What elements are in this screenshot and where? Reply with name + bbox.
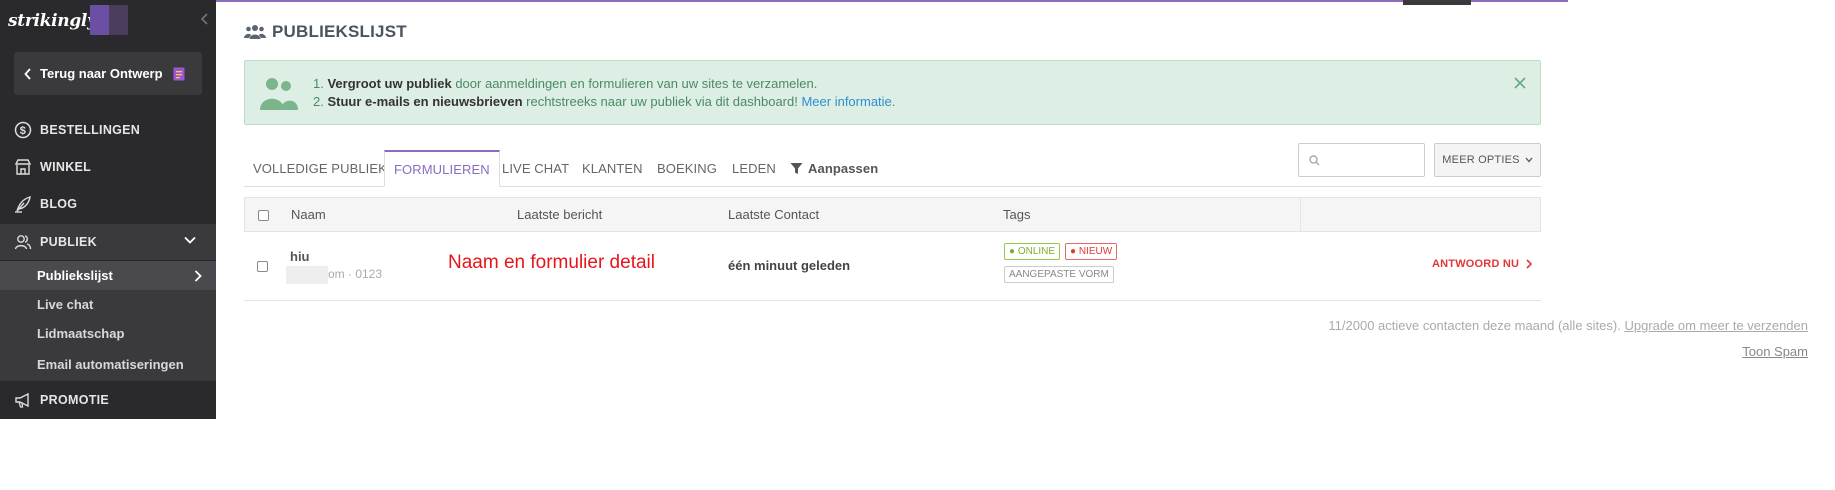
- notice-rest: door aanmeldingen en formulieren van uw …: [451, 76, 818, 91]
- megaphone-icon: [15, 392, 29, 408]
- search-input[interactable]: [1298, 143, 1425, 177]
- collapse-sidebar-icon[interactable]: [200, 12, 210, 26]
- top-bar-fragment: [1403, 0, 1471, 5]
- annotation-text: Naam en formulier detail: [448, 252, 655, 273]
- tab-label: VOLLEDIGE PUBLIEK: [253, 161, 387, 176]
- notice-line-2: 2. Stuur e-mails en nieuwsbrieven rechts…: [313, 93, 895, 111]
- nav-bestellingen[interactable]: $ BESTELLINGEN: [0, 112, 216, 148]
- notice-line-1: 1. Vergroot uw publiek door aanmeldingen…: [313, 75, 895, 93]
- tag-new-badge: ● NIEUW: [1065, 243, 1118, 260]
- feather-icon: [15, 196, 31, 213]
- dollar-circle-icon: $: [14, 121, 32, 139]
- tab-label: KLANTEN: [582, 161, 643, 176]
- nav-label: PUBLIEK: [40, 235, 97, 249]
- tab-leden[interactable]: LEDEN: [732, 150, 776, 187]
- notice-text: 1. Vergroot uw publiek door aanmeldingen…: [313, 75, 895, 111]
- contact-usage-text: 11/2000 actieve contacten deze maand (al…: [1328, 318, 1808, 333]
- tab-live-chat[interactable]: LIVE CHAT: [502, 150, 569, 187]
- reply-now-button[interactable]: ANTWOORD NU: [1432, 258, 1533, 270]
- nav-blog[interactable]: BLOG: [0, 186, 216, 222]
- document-icon: [173, 67, 185, 80]
- tab-klanten[interactable]: KLANTEN: [582, 150, 643, 187]
- nav-publiek[interactable]: PUBLIEK: [0, 224, 216, 260]
- tab-boeking[interactable]: BOEKING: [657, 150, 717, 187]
- column-divider: [1300, 198, 1301, 231]
- table-row[interactable]: hiu om · 0123 Naam en formulier detail é…: [244, 232, 1541, 301]
- sub-live-chat[interactable]: Live chat: [0, 290, 216, 319]
- tab-formulieren[interactable]: FORMULIEREN: [384, 150, 500, 187]
- tab-aanpassen[interactable]: Aanpassen: [790, 150, 878, 187]
- chevron-down-icon: [1525, 157, 1533, 163]
- nav-label: PROMOTIE: [40, 393, 110, 407]
- nav-label: BESTELLINGEN: [40, 123, 141, 137]
- column-header-name[interactable]: Naam: [291, 207, 326, 222]
- page-title: PUBLIEKSLIJST: [244, 20, 407, 44]
- info-notice: 1. Vergroot uw publiek door aanmeldingen…: [244, 60, 1541, 125]
- chevron-right-icon: [194, 270, 202, 282]
- reply-now-label: ANTWOORD NU: [1432, 258, 1520, 270]
- more-options-label: MEER OPTIES: [1442, 154, 1520, 166]
- sub-label: Lidmaatschap: [37, 326, 125, 341]
- filter-icon: [790, 163, 803, 174]
- sub-label: Email automatiseringen: [37, 357, 184, 372]
- tag-online-badge: ● ONLINE: [1004, 243, 1061, 260]
- notice-num: 1.: [313, 76, 328, 91]
- contact-detail: om · 0123: [328, 267, 383, 281]
- chevron-left-icon: [24, 67, 31, 80]
- notice-rest: rechtstreeks naar uw publiek via dit das…: [522, 94, 802, 109]
- back-to-design-button[interactable]: Terug naar Ontwerp: [14, 52, 202, 95]
- users-icon: [244, 25, 266, 39]
- sub-publiekslijst[interactable]: Publiekslijst: [0, 261, 216, 290]
- tab-label: BOEKING: [657, 161, 717, 176]
- tab-label: LIVE CHAT: [502, 161, 570, 176]
- sidebar: strikingly Terug naar Ontwerp $ BESTELLI…: [0, 0, 216, 419]
- tag-custom-form-badge: AANGEPASTE VORM: [1004, 266, 1114, 283]
- page-title-text: PUBLIEKSLIJST: [272, 22, 407, 41]
- more-info-link[interactable]: Meer informatie: [801, 94, 891, 109]
- row-checkbox[interactable]: [257, 261, 268, 272]
- redacted-email: [286, 266, 328, 284]
- users-icon: [14, 235, 32, 250]
- column-header-last-message[interactable]: Laatste bericht: [517, 207, 602, 222]
- chevron-down-icon: [184, 236, 196, 244]
- close-icon[interactable]: [1514, 77, 1526, 89]
- more-options-button[interactable]: MEER OPTIES: [1434, 143, 1541, 177]
- tab-label: LEDEN: [732, 161, 776, 176]
- nav-winkel[interactable]: WINKEL: [0, 149, 216, 185]
- tab-volledige-publiek[interactable]: VOLLEDIGE PUBLIEK: [253, 150, 387, 187]
- tab-label: FORMULIEREN: [394, 161, 490, 177]
- back-to-design-label: Terug naar Ontwerp: [40, 66, 163, 81]
- sub-label: Publiekslijst: [37, 268, 113, 283]
- tab-label: Aanpassen: [808, 161, 879, 176]
- column-header-tags[interactable]: Tags: [1003, 207, 1030, 222]
- search-icon: [1309, 155, 1320, 166]
- notice-bold: Vergroot uw publiek: [327, 76, 452, 91]
- sub-label: Live chat: [37, 297, 94, 312]
- last-contact-value: één minuut geleden: [728, 258, 851, 273]
- nav-promotie[interactable]: PROMOTIE: [0, 382, 216, 418]
- select-all-checkbox[interactable]: [258, 210, 269, 221]
- users-group-icon: [260, 78, 298, 110]
- column-header-last-contact[interactable]: Laatste Contact: [728, 207, 819, 222]
- sub-lidmaatschap[interactable]: Lidmaatschap: [0, 319, 216, 348]
- nav-label: WINKEL: [40, 160, 92, 174]
- usage-count: 11/2000 actieve contacten deze maand (al…: [1328, 318, 1625, 333]
- notice-num: 2.: [313, 94, 328, 109]
- store-icon: [14, 159, 32, 175]
- site-avatar[interactable]: [90, 5, 128, 35]
- svg-text:$: $: [20, 125, 26, 137]
- brand[interactable]: strikingly: [8, 5, 128, 36]
- nav-label: BLOG: [40, 197, 78, 211]
- contact-name: hiu: [290, 249, 310, 264]
- upgrade-link[interactable]: Upgrade om meer te verzenden: [1624, 318, 1808, 333]
- chevron-right-icon: [1526, 259, 1533, 269]
- sub-email-automatiseringen[interactable]: Email automatiseringen: [0, 348, 216, 381]
- notice-bold: Stuur e-mails en nieuwsbrieven: [327, 94, 523, 109]
- top-accent-line: [216, 0, 1568, 2]
- strikingly-logo: strikingly: [8, 11, 97, 31]
- show-spam-link[interactable]: Toon Spam: [1742, 344, 1808, 359]
- table-header: Naam Laatste bericht Laatste Contact Tag…: [244, 197, 1541, 232]
- notice-end: .: [891, 94, 896, 109]
